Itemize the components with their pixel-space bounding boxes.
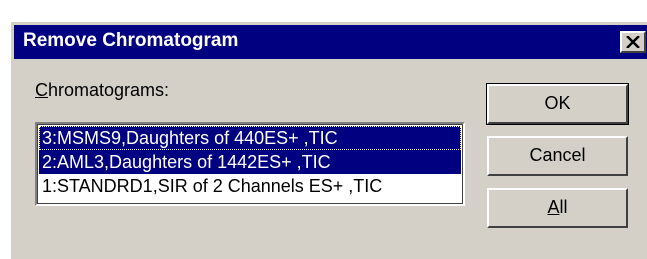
title-bar[interactable]: Remove Chromatogram [14,25,647,59]
ok-button[interactable]: OK [486,83,629,125]
list-item[interactable]: 3:MSMS9,Daughters of 440ES+ ,TIC [39,126,461,150]
list-item[interactable]: 1:STANDRD1,SIR of 2 Channels ES+ ,TIC [39,174,461,198]
cancel-button[interactable]: Cancel [487,136,628,176]
chromatograms-label: Chromatograms: [35,80,170,100]
chromatograms-listbox[interactable]: 3:MSMS9,Daughters of 440ES+ ,TIC 2:AML3,… [35,122,465,206]
all-button[interactable]: All [487,188,628,228]
dialog-title: Remove Chromatogram [23,30,239,51]
remove-chromatogram-dialog: Remove Chromatogram Chromatograms: 3:MSM… [9,20,647,259]
list-item[interactable]: 2:AML3,Daughters of 1442ES+ ,TIC [39,150,461,174]
close-button[interactable] [620,31,646,53]
close-icon [626,36,640,48]
